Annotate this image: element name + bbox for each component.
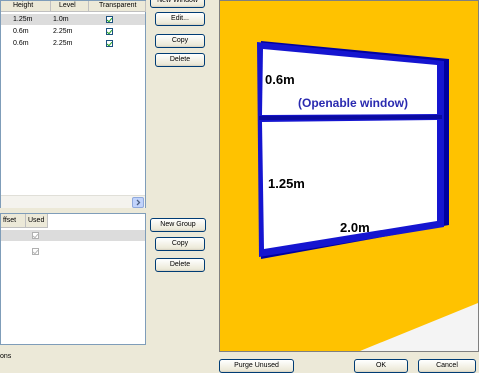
table-row[interactable] xyxy=(1,246,145,257)
horizontal-scrollbar[interactable] xyxy=(1,195,145,208)
height-cell: 0.6m xyxy=(13,40,29,47)
group-copy-button[interactable]: Copy xyxy=(155,237,205,251)
windows-table: Height Level Transparent 1.25m 1.0m 0.6m… xyxy=(0,0,146,208)
table-row[interactable]: 1.25m 1.0m xyxy=(1,14,145,25)
height-cell: 0.6m xyxy=(13,28,29,35)
edit-button[interactable]: Edit... xyxy=(155,12,205,26)
column-header-transparent[interactable]: Transparent xyxy=(89,1,146,12)
new-group-button[interactable]: New Group xyxy=(150,218,206,232)
scroll-right-button[interactable] xyxy=(132,197,144,208)
ok-button[interactable]: OK xyxy=(354,359,408,373)
transparent-checkbox[interactable] xyxy=(106,40,113,47)
transom-bar xyxy=(258,115,443,120)
column-header-used[interactable]: Used xyxy=(26,214,48,228)
group-delete-button[interactable]: Delete xyxy=(155,258,205,272)
window-preview-drawing: 0.6m (Openable window) 1.25m 2.0m xyxy=(220,1,478,351)
used-checkbox[interactable] xyxy=(32,248,39,255)
level-cell: 2.25m xyxy=(53,40,73,47)
column-header-height[interactable]: Height xyxy=(1,1,51,12)
table-row[interactable]: 0.6m 2.25m xyxy=(1,38,145,49)
used-checkbox[interactable] xyxy=(32,232,39,239)
height-cell: 1.25m xyxy=(13,16,33,23)
level-cell: 1.0m xyxy=(53,16,69,23)
column-header-level[interactable]: Level xyxy=(51,1,89,12)
copy-button[interactable]: Copy xyxy=(155,34,205,48)
bottom-height-label: 1.25m xyxy=(268,176,305,191)
transparent-checkbox[interactable] xyxy=(106,28,113,35)
options-label: ons xyxy=(0,353,12,360)
cancel-button[interactable]: Cancel xyxy=(418,359,476,373)
window-preview: 0.6m (Openable window) 1.25m 2.0m xyxy=(219,0,479,352)
table-row[interactable] xyxy=(1,230,145,241)
width-label: 2.0m xyxy=(340,220,370,235)
column-header-offset[interactable]: ffset xyxy=(1,214,26,228)
top-note-label: (Openable window) xyxy=(298,96,408,110)
level-cell: 2.25m xyxy=(53,28,73,35)
transparent-checkbox[interactable] xyxy=(106,16,113,23)
groups-table: ffset Used xyxy=(0,213,146,345)
table-row[interactable]: 0.6m 2.25m xyxy=(1,26,145,37)
chevron-right-icon xyxy=(136,199,141,206)
new-window-button[interactable]: New Window xyxy=(150,0,205,8)
top-height-label: 0.6m xyxy=(265,72,295,87)
delete-button[interactable]: Delete xyxy=(155,53,205,67)
purge-unused-button[interactable]: Purge Unused xyxy=(219,359,294,373)
